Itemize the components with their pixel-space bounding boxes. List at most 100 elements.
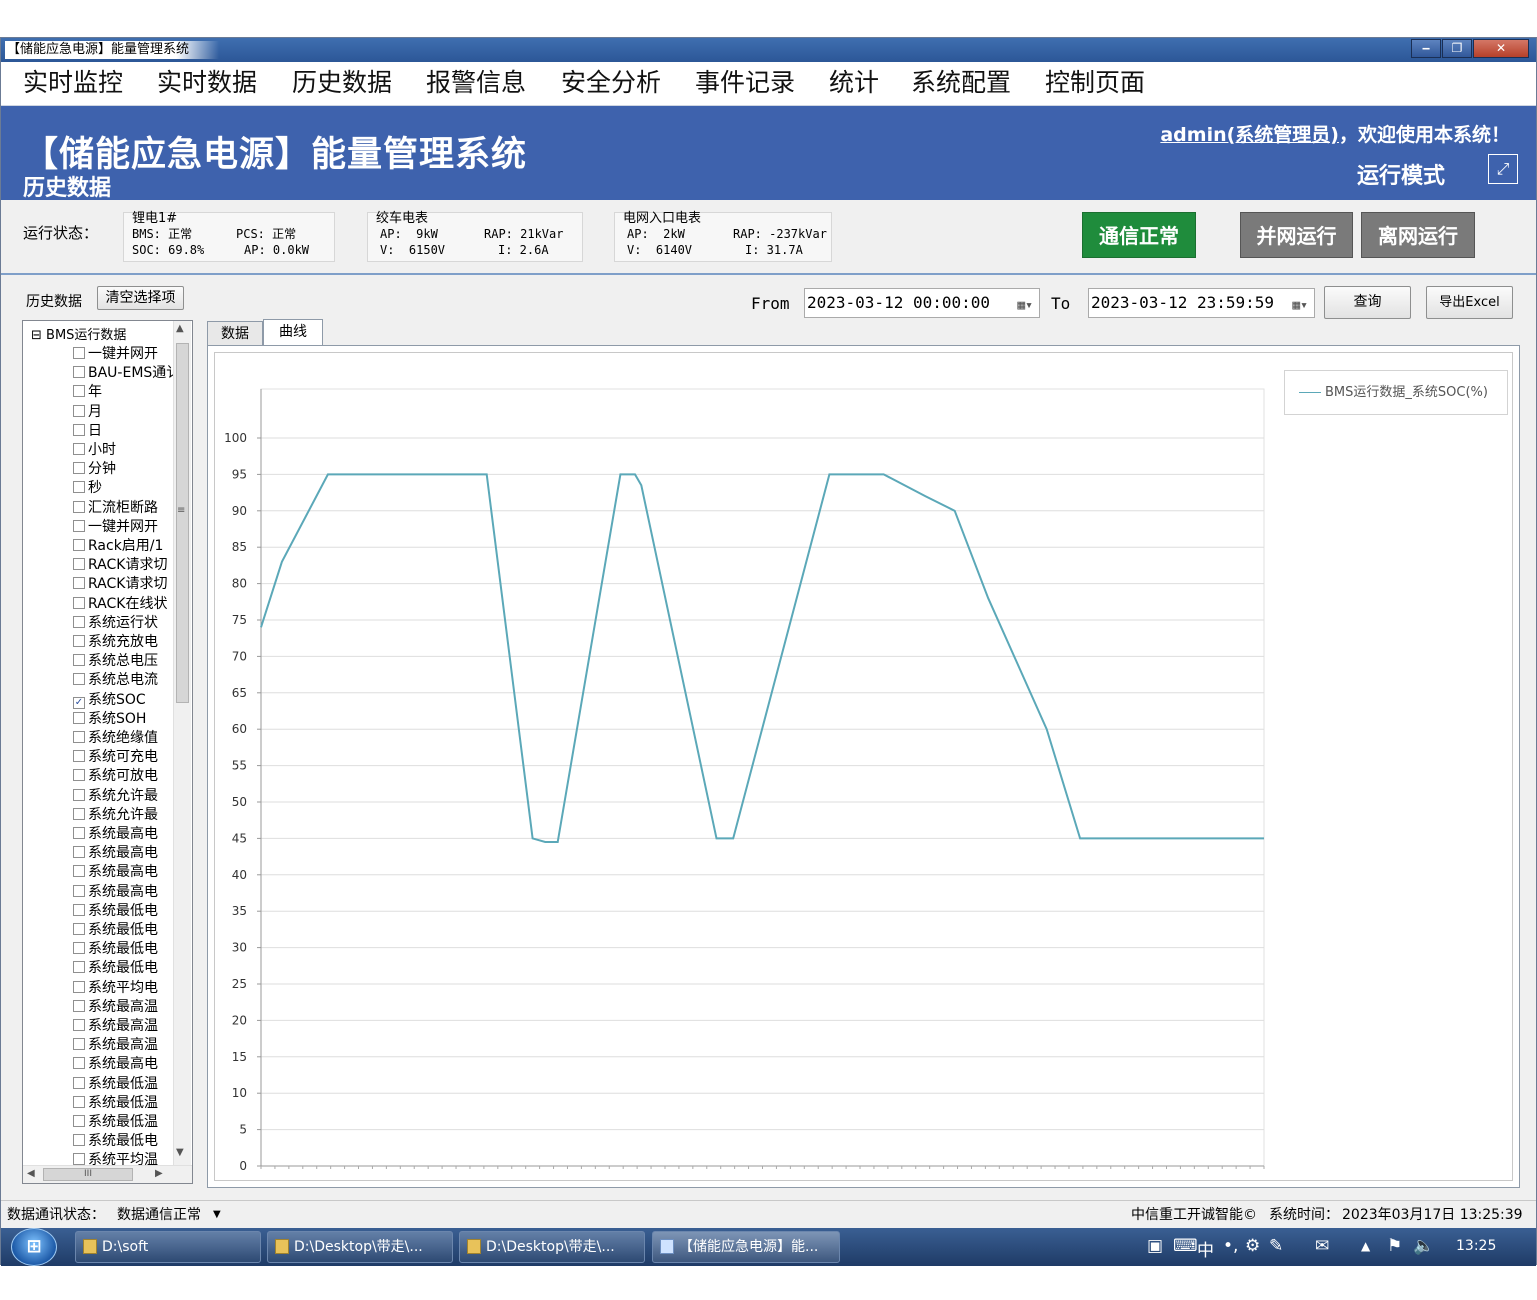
checkbox[interactable]: [73, 347, 85, 359]
scroll-right-icon[interactable]: ▶: [155, 1168, 163, 1179]
taskbar-item[interactable]: D:\soft: [75, 1231, 261, 1263]
minimize-button[interactable]: ‒: [1411, 39, 1441, 58]
checkbox[interactable]: [73, 1038, 85, 1051]
checkbox[interactable]: [73, 961, 85, 974]
checkbox[interactable]: [73, 923, 85, 935]
tool-icon[interactable]: ✎: [1269, 1236, 1283, 1256]
query-button[interactable]: 查询: [1324, 286, 1411, 319]
checkbox[interactable]: [73, 481, 85, 494]
checkbox[interactable]: [73, 884, 85, 897]
collapse-icon[interactable]: ⊟: [31, 328, 42, 343]
checkbox[interactable]: [73, 731, 85, 743]
menu-realtime-data[interactable]: 实时数据: [157, 66, 257, 100]
fullscreen-icon[interactable]: ⤢: [1488, 154, 1518, 184]
tree-root[interactable]: ⊟ BMS运行数据: [31, 324, 126, 343]
scroll-thumb[interactable]: III: [43, 1168, 133, 1181]
checkbox[interactable]: [73, 635, 85, 647]
checkbox[interactable]: [73, 769, 85, 782]
checkbox-checked[interactable]: ✓: [73, 696, 85, 709]
title-bar[interactable]: 【储能应急电源】能量管理系统 ‒ ❐ ✕: [1, 38, 1536, 62]
ime-language[interactable]: 中: [1197, 1236, 1214, 1261]
menu-system-config[interactable]: 系统配置: [911, 66, 1011, 100]
checkbox[interactable]: [73, 1057, 85, 1070]
run-mode-label: 运行模式: [1357, 164, 1446, 189]
menu-statistics[interactable]: 统计: [829, 66, 879, 100]
checkbox[interactable]: [73, 827, 85, 839]
checkbox[interactable]: [73, 539, 85, 551]
checkbox[interactable]: [73, 750, 85, 763]
show-hidden-icons[interactable]: ▲: [1361, 1239, 1370, 1253]
close-button[interactable]: ✕: [1473, 39, 1529, 58]
keyboard-icon[interactable]: ⌨: [1173, 1236, 1198, 1256]
checkbox[interactable]: [73, 1076, 85, 1089]
menu-alarm-info[interactable]: 报警信息: [426, 66, 526, 100]
dropdown-icon[interactable]: ▼: [213, 1201, 221, 1229]
checkbox[interactable]: [73, 807, 85, 820]
checkbox[interactable]: [73, 999, 85, 1012]
checkbox[interactable]: [73, 385, 85, 398]
checkbox[interactable]: [73, 558, 85, 571]
checkbox[interactable]: [73, 1019, 85, 1031]
checkbox[interactable]: [73, 1153, 85, 1166]
checkbox[interactable]: [73, 500, 85, 513]
scroll-up-icon[interactable]: ▲: [176, 323, 184, 334]
from-datetime-input[interactable]: 2023-03-12 00:00:00 ▦▾: [804, 288, 1040, 318]
taskbar-item[interactable]: D:\Desktop\带走\...: [459, 1231, 645, 1263]
settings-icon[interactable]: ⚙: [1245, 1236, 1260, 1256]
checkbox[interactable]: [73, 654, 85, 667]
checkbox[interactable]: [73, 846, 85, 859]
device-name: 电网入口电表: [623, 211, 702, 226]
taskbar-item-active[interactable]: 【储能应急电源】能...: [652, 1231, 840, 1263]
menu-safety-analysis[interactable]: 安全分析: [561, 66, 661, 100]
checkbox[interactable]: [73, 711, 85, 724]
checkbox[interactable]: [73, 615, 85, 628]
export-excel-button[interactable]: 导出Excel: [1426, 286, 1513, 319]
clear-selection-button[interactable]: 清空选择项: [97, 286, 184, 310]
checkbox[interactable]: [73, 1115, 85, 1127]
checkbox[interactable]: [73, 788, 85, 801]
checkbox[interactable]: [73, 366, 85, 379]
punctuation-icon[interactable]: •,: [1223, 1236, 1238, 1256]
maximize-button[interactable]: ❐: [1442, 39, 1472, 58]
checkbox[interactable]: [73, 404, 85, 417]
checkbox[interactable]: [73, 1134, 85, 1147]
checkbox[interactable]: [73, 462, 85, 475]
checkbox[interactable]: [73, 980, 85, 993]
scroll-thumb[interactable]: [176, 343, 189, 703]
scroll-down-icon[interactable]: ▼: [176, 1147, 184, 1158]
checkbox[interactable]: [73, 443, 85, 455]
checkbox[interactable]: [73, 673, 85, 686]
checkbox[interactable]: [73, 1095, 85, 1108]
tab-curve[interactable]: 曲线: [263, 319, 323, 347]
off-grid-button[interactable]: 离网运行: [1361, 212, 1475, 258]
menu-history-data[interactable]: 历史数据: [292, 66, 392, 100]
scroll-left-icon[interactable]: ◀: [27, 1168, 35, 1179]
input-method-icon[interactable]: ▣: [1147, 1236, 1163, 1256]
action-center-icon[interactable]: ✉: [1315, 1236, 1329, 1256]
checkbox[interactable]: [73, 596, 85, 609]
taskbar-item[interactable]: D:\Desktop\带走\...: [267, 1231, 453, 1263]
tree-vertical-scrollbar[interactable]: ▲ ≡ ▼: [173, 321, 191, 1165]
calendar-dropdown-icon[interactable]: ▦▾: [1292, 292, 1308, 320]
to-datetime-input[interactable]: 2023-03-12 23:59:59 ▦▾: [1088, 288, 1315, 318]
user-link[interactable]: admin(系统管理员): [1160, 124, 1339, 146]
menu-event-log[interactable]: 事件记录: [695, 66, 795, 100]
volume-icon[interactable]: 🔈: [1413, 1236, 1434, 1256]
network-icon[interactable]: ⚑: [1387, 1236, 1402, 1256]
chart-legend[interactable]: BMS运行数据_系统SOC(%): [1284, 370, 1508, 415]
tab-data[interactable]: 数据: [207, 321, 263, 346]
checkbox[interactable]: [73, 519, 85, 532]
comm-status-button[interactable]: 通信正常: [1082, 212, 1196, 258]
grid-connected-button[interactable]: 并网运行: [1240, 212, 1353, 258]
menu-realtime-monitor[interactable]: 实时监控: [23, 66, 123, 100]
start-button[interactable]: ⊞: [11, 1228, 57, 1266]
device-value: AP: 0.0kW: [244, 243, 310, 257]
checkbox[interactable]: [73, 423, 85, 436]
tree-horizontal-scrollbar[interactable]: ◀ III ▶: [23, 1165, 192, 1183]
checkbox[interactable]: [73, 865, 85, 878]
calendar-dropdown-icon[interactable]: ▦▾: [1017, 292, 1033, 320]
checkbox[interactable]: [73, 577, 85, 590]
menu-control-page[interactable]: 控制页面: [1045, 66, 1145, 100]
checkbox[interactable]: [73, 942, 85, 955]
checkbox[interactable]: [73, 903, 85, 916]
